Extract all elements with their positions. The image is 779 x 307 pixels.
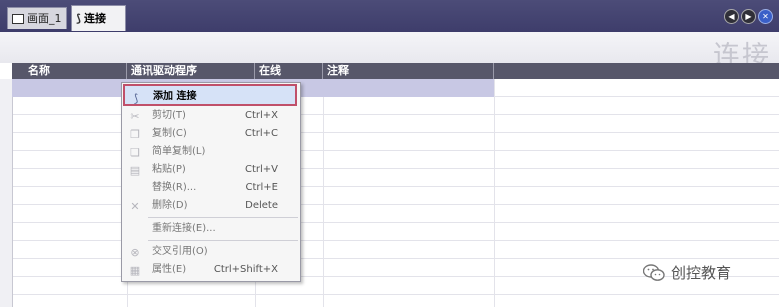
screen-icon bbox=[12, 13, 24, 24]
grid-divider bbox=[494, 79, 495, 307]
menu-item-properties[interactable]: ▦ 属性(E) Ctrl+Shift+X bbox=[122, 261, 300, 279]
menu-separator bbox=[148, 240, 298, 241]
column-header-driver[interactable]: 通讯驱动程序 bbox=[126, 63, 254, 79]
wechat-icon bbox=[642, 263, 665, 282]
menu-item-paste[interactable]: ▤ 粘贴(P) Ctrl+V bbox=[122, 161, 300, 179]
copy-icon: ❐ bbox=[130, 128, 140, 141]
menu-item-reconnect[interactable]: 重新连接(E)... bbox=[122, 220, 300, 238]
menu-item-simple-copy[interactable]: ❏ 简单复制(L) bbox=[122, 143, 300, 161]
tab-screen-1[interactable]: 画面_1 bbox=[7, 7, 67, 29]
add-connection-icon: ⟆ bbox=[133, 92, 139, 105]
menu-item-delete[interactable]: ✕ 删除(D) Delete bbox=[122, 197, 300, 215]
tab-label: 连接 bbox=[84, 11, 107, 25]
column-header-name[interactable]: 名称 bbox=[12, 63, 126, 79]
context-menu: ⟆ 添加 连接 ✂ 剪切(T) Ctrl+X ❐ 复制(C) Ctrl+C ❏ … bbox=[121, 82, 301, 282]
editor-tab-bar: 画面_1 ⟆ 连接 ◀ ▶ ✕ bbox=[0, 0, 779, 32]
menu-item-cut[interactable]: ✂ 剪切(T) Ctrl+X bbox=[122, 107, 300, 125]
properties-icon: ▦ bbox=[129, 264, 141, 277]
editor-header bbox=[0, 32, 779, 63]
watermark-text: 创控教育 bbox=[671, 264, 732, 282]
simple-copy-icon: ❏ bbox=[130, 146, 140, 159]
menu-item-add-connection[interactable]: ⟆ 添加 连接 bbox=[123, 84, 297, 106]
connection-icon: ⟆ bbox=[76, 11, 82, 25]
column-header-empty bbox=[493, 63, 779, 79]
grid-divider bbox=[323, 79, 324, 307]
tab-connections[interactable]: ⟆ 连接 bbox=[71, 5, 126, 31]
paste-icon: ▤ bbox=[129, 164, 141, 177]
menu-item-replace[interactable]: 替换(R)... Ctrl+E bbox=[122, 179, 300, 197]
column-header-online[interactable]: 在线 bbox=[254, 63, 322, 79]
watermark: 创控教育 bbox=[642, 262, 732, 283]
connections-editor-window: 画面_1 ⟆ 连接 ◀ ▶ ✕ 连接 名称 通讯驱动程序 在线 注释 ⟆ 添加 … bbox=[0, 0, 779, 307]
cross-reference-icon: ⊗ bbox=[130, 246, 140, 259]
menu-item-cross-reference[interactable]: ⊗ 交叉引用(O) bbox=[122, 243, 300, 261]
next-icon[interactable]: ▶ bbox=[741, 9, 756, 24]
table-header: 名称 通讯驱动程序 在线 注释 bbox=[12, 63, 779, 79]
menu-item-copy[interactable]: ❐ 复制(C) Ctrl+C bbox=[122, 125, 300, 143]
close-icon[interactable]: ✕ bbox=[758, 9, 773, 24]
tab-navigation: ◀ ▶ ✕ bbox=[724, 9, 773, 24]
column-header-comment[interactable]: 注释 bbox=[322, 63, 493, 79]
delete-icon: ✕ bbox=[130, 200, 140, 213]
menu-separator bbox=[148, 217, 298, 218]
prev-icon[interactable]: ◀ bbox=[724, 9, 739, 24]
cut-icon: ✂ bbox=[130, 110, 140, 123]
tab-label: 画面_1 bbox=[27, 11, 62, 25]
